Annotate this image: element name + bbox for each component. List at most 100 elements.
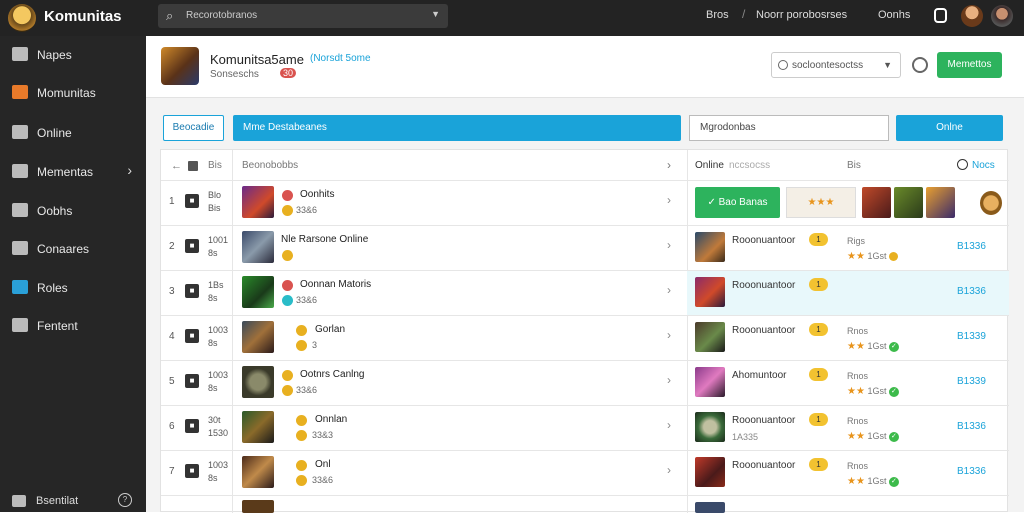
- server-meta-1: Rnos: [847, 416, 869, 426]
- chevron-right-icon[interactable]: ›: [667, 283, 671, 297]
- topnav-link-3[interactable]: Oonhs: [878, 9, 910, 21]
- row-number: 3: [169, 286, 175, 297]
- game-thumbnail[interactable]: [242, 411, 274, 443]
- help-icon[interactable]: ?: [118, 493, 132, 507]
- server-thumbnail[interactable]: [695, 412, 725, 442]
- game-name[interactable]: Nle Rarsone Online: [281, 234, 368, 245]
- checkbox[interactable]: ■: [185, 419, 199, 433]
- chevron-right-icon[interactable]: ›: [667, 193, 671, 207]
- server-thumbnail[interactable]: [695, 457, 725, 487]
- server-name[interactable]: Rooonuantoor: [732, 460, 795, 471]
- checkbox[interactable]: ■: [185, 329, 199, 343]
- header-link[interactable]: (Norsdt 5ome: [310, 53, 371, 64]
- server-meta-2: 1Gst: [867, 341, 887, 351]
- member-count: B1339: [957, 331, 986, 342]
- chevron-right-icon[interactable]: ›: [667, 238, 671, 252]
- server-name[interactable]: Rooonuantoor: [732, 235, 795, 246]
- server-name[interactable]: Rooonuantoor: [732, 280, 795, 291]
- sidebar-item-fentent[interactable]: Fentent: [0, 310, 146, 340]
- sidebar-item-online[interactable]: Online: [0, 117, 146, 147]
- checkbox[interactable]: ■: [185, 374, 199, 388]
- game-thumbnail[interactable]: [242, 276, 274, 308]
- table-header: ← Bis Beonobobbs › Online nccsocss Bis N…: [161, 150, 1009, 181]
- game-thumbnail[interactable]: [242, 456, 274, 488]
- game-thumbnail[interactable]: [242, 231, 274, 263]
- app-logo-icon[interactable]: [8, 4, 36, 32]
- table-row[interactable]: 6 ■ 30t 1530 Onnlan 33&3 › Rooonuantoor …: [161, 406, 1009, 451]
- chevron-right-icon[interactable]: ›: [667, 158, 671, 172]
- server-thumbnail[interactable]: [695, 322, 725, 352]
- server-meta-1: Rnos: [847, 326, 869, 336]
- table-row[interactable]: 3 ■ 1Bs 8s Oonnan Matoris 33&6 › Rooonua…: [161, 271, 1009, 316]
- join-button[interactable]: Memettos: [937, 52, 1002, 78]
- category-filter-bar[interactable]: Mme Destabeanes: [233, 115, 681, 141]
- game-thumbnail[interactable]: [242, 366, 274, 398]
- chevron-right-icon[interactable]: ›: [667, 373, 671, 387]
- sidebar-item-oobhs[interactable]: Oobhs: [0, 195, 146, 225]
- filter-input[interactable]: Mgrodonbas: [689, 115, 889, 141]
- checkbox[interactable]: ■: [185, 464, 199, 478]
- search-input[interactable]: ⌕ Recorotobranos ▼: [158, 4, 448, 28]
- game-thumbnail[interactable]: [242, 321, 274, 353]
- level-badge: 1: [809, 458, 828, 471]
- chevron-right-icon[interactable]: ›: [667, 418, 671, 432]
- sidebar-footer[interactable]: Bsentilat ?: [0, 492, 146, 512]
- verified-icon: ✓: [888, 431, 899, 442]
- sidebar-item-conaares[interactable]: Conaares: [0, 233, 146, 263]
- table-row[interactable]: 4 ■ 1003 8s Gorlan 3 › Rooonuantoor 1 Rn…: [161, 316, 1009, 361]
- table-row[interactable]: 2 ■ 1001 8s Nle Rarsone Online › Rooonua…: [161, 226, 1009, 271]
- server-thumbnail[interactable]: [695, 367, 725, 397]
- avatar[interactable]: [980, 191, 1002, 215]
- sidebar-item-momunitas[interactable]: Momunitas: [0, 77, 146, 107]
- topnav-link-1[interactable]: Bros: [706, 9, 729, 21]
- server-name[interactable]: Ahomuntoor: [732, 370, 786, 381]
- game-name[interactable]: Gorlan: [315, 324, 345, 335]
- chevron-right-icon[interactable]: ›: [667, 328, 671, 342]
- game-meta: 33&3: [312, 430, 334, 440]
- table-row[interactable]: 1 ■ Blo Bis Oonhits 33&6 › ✓ Bao Banas ★…: [161, 181, 1009, 226]
- server-meta: Rnos ★★ 1Gst ✓: [847, 324, 899, 354]
- server-name[interactable]: Rooonuantoor: [732, 415, 795, 426]
- server-name[interactable]: Rooonuantoor: [732, 325, 795, 336]
- screenshot-thumbnail[interactable]: [926, 187, 955, 218]
- play-button[interactable]: ✓ Bao Banas: [695, 187, 780, 218]
- screenshot-thumbnail[interactable]: [894, 187, 923, 218]
- back-arrow-icon[interactable]: ←: [171, 160, 182, 172]
- chevron-right-icon[interactable]: ›: [667, 463, 671, 477]
- game-name[interactable]: Oonhits: [300, 189, 334, 200]
- game-thumbnail[interactable]: [242, 500, 274, 513]
- game-name[interactable]: Onl: [315, 459, 331, 470]
- sidebar-item-napes[interactable]: Napes: [0, 39, 146, 69]
- screenshot-thumbnail[interactable]: [862, 187, 891, 218]
- sidebar-item-roles[interactable]: Roles: [0, 272, 146, 302]
- game-name[interactable]: Ootnrs Canlng: [300, 369, 364, 380]
- game-name[interactable]: Oonnan Matoris: [300, 279, 371, 290]
- table-row[interactable]: [161, 496, 1009, 513]
- server-thumbnail[interactable]: [695, 277, 725, 307]
- avatar-profile[interactable]: [991, 5, 1013, 27]
- topnav-link-2[interactable]: Noorr porobosrses: [756, 9, 847, 21]
- notification-icon[interactable]: [934, 8, 947, 23]
- avatar[interactable]: [961, 5, 983, 27]
- divider: /: [742, 7, 746, 21]
- sidebar-item-mementas[interactable]: Mementas ›: [0, 156, 146, 186]
- row-rank: 1003 8s: [208, 325, 229, 348]
- game-thumbnail[interactable]: [242, 186, 274, 218]
- server-thumbnail[interactable]: [695, 502, 725, 513]
- checkbox[interactable]: ■: [185, 239, 199, 253]
- community-icon: [12, 85, 28, 99]
- sort-select[interactable]: socloontesoctss ▼: [771, 52, 901, 78]
- chevron-down-icon[interactable]: ▼: [431, 9, 440, 19]
- calendar-icon[interactable]: [188, 161, 198, 171]
- row-number: 2: [169, 241, 175, 252]
- genre-filter-button[interactable]: Beocadie: [163, 115, 224, 141]
- status-icon[interactable]: [912, 57, 928, 73]
- table-row[interactable]: 5 ■ 1003 8s Ootnrs Canlng 33&6 › Ahomunt…: [161, 361, 1009, 406]
- online-filter-button[interactable]: Onlne: [896, 115, 1003, 141]
- checkbox[interactable]: ■: [185, 194, 199, 208]
- table-row[interactable]: 7 ■ 1003 8s Onl 33&6 › Rooonuantoor 1 Rn…: [161, 451, 1009, 496]
- checkbox[interactable]: ■: [185, 284, 199, 298]
- game-name[interactable]: Onnlan: [315, 414, 347, 425]
- server-thumbnail[interactable]: [695, 232, 725, 262]
- coin-icon: [282, 280, 293, 291]
